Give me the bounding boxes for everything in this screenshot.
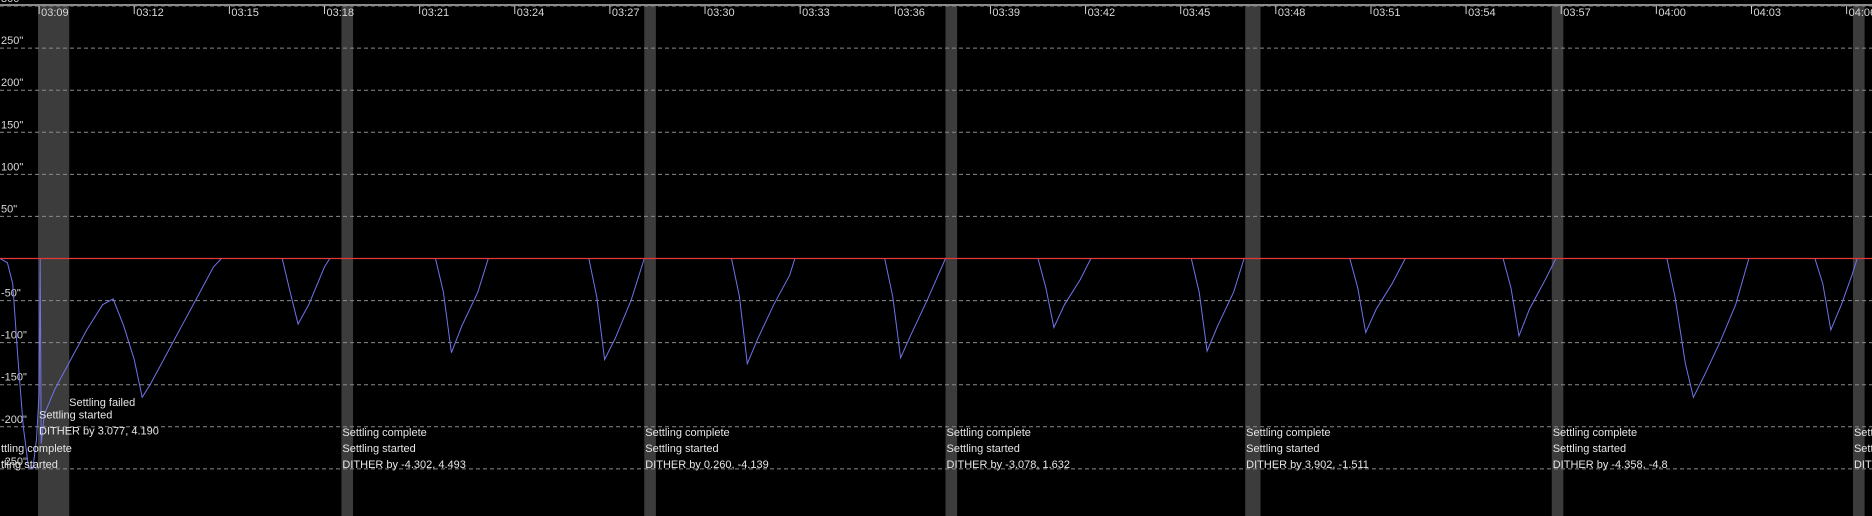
event-annotation-text: Settling started [1553, 443, 1626, 455]
x-tick-label: 03:36 [897, 7, 925, 19]
event-annotation-text: DITHER by -4.302, 4.493 [342, 459, 466, 471]
guide-graph: 300"250"200"150"100"50"-50"-100"-150"-20… [0, 0, 1872, 516]
event-annotation-text: Settling started [39, 409, 112, 421]
dither-band [38, 6, 70, 516]
x-tick-label: 03:24 [517, 7, 545, 19]
x-tick-label: 03:33 [802, 7, 830, 19]
x-tick-label: 03:18 [327, 7, 355, 19]
y-tick-label: 50" [1, 203, 17, 215]
x-tick-label: 03:57 [1563, 7, 1591, 19]
event-annotation-text: Settling complete [342, 427, 426, 439]
dither-band [945, 6, 958, 516]
y-tick-label: -150" [1, 372, 27, 384]
event-annotation-text: DITHER by -0. [1854, 459, 1872, 471]
x-tick-label: 03:48 [1278, 7, 1306, 19]
x-tick-label: 03:42 [1088, 7, 1116, 19]
dither-band [1551, 6, 1564, 516]
y-tick-label: 100" [1, 161, 23, 173]
y-tick-label: -100" [1, 330, 27, 342]
y-tick-label: 250" [1, 35, 23, 47]
dither-band [644, 6, 656, 516]
event-annotation-text: Settling star [1854, 443, 1872, 455]
y-tick-label: 300" [1, 0, 23, 5]
event-annotation-text: Settling started [947, 443, 1020, 455]
x-tick-label: 03:27 [612, 7, 640, 19]
x-tick-label: 04:00 [1658, 7, 1686, 19]
event-annotation-text: DITHER by -3.078, 1.632 [947, 459, 1071, 471]
y-tick-label: -50" [1, 288, 21, 300]
event-annotation-text: Settling complete [1553, 427, 1637, 439]
x-tick-label: 03:15 [231, 7, 259, 19]
event-annotation-text: tling started [1, 459, 58, 471]
event-annotation-text: Settling failed [69, 397, 135, 409]
event-annotation-text: Settling started [1246, 443, 1319, 455]
y-tick-label: 150" [1, 119, 23, 131]
dither-band [341, 6, 354, 516]
x-tick-label: 03:51 [1373, 7, 1401, 19]
event-annotation-text: DITHER by -4.358, -4.8 [1553, 459, 1668, 471]
x-tick-label: 03:39 [992, 7, 1020, 19]
x-tick-label: 03:45 [1183, 7, 1211, 19]
event-annotation-text: ttling complete [1, 443, 72, 455]
event-annotation-text: Settling complete [1246, 427, 1330, 439]
event-annotation-text: Settling started [645, 443, 718, 455]
event-annotation-text: Settling complete [947, 427, 1031, 439]
event-annotation-text: Settling com [1854, 427, 1872, 439]
event-annotation-text: Settling started [342, 443, 415, 455]
y-tick-label: 200" [1, 77, 23, 89]
x-tick-label: 04:03 [1753, 7, 1781, 19]
event-annotation-text: Settling complete [645, 427, 729, 439]
x-tick-label: 03:12 [136, 7, 164, 19]
x-tick-label: 03:09 [41, 7, 69, 19]
event-annotation-text: DITHER by 3.077, 4.190 [39, 425, 159, 437]
dither-band [1852, 6, 1865, 516]
dither-band [1245, 6, 1261, 516]
x-tick-label: 04:06 [1849, 7, 1872, 19]
event-annotation-text: DITHER by 0.260, -4.139 [645, 459, 769, 471]
event-annotation-text: DITHER by 3.902, -1.511 [1246, 459, 1369, 471]
x-tick-label: 03:21 [422, 7, 450, 19]
x-tick-label: 03:54 [1468, 7, 1496, 19]
x-tick-label: 03:30 [707, 7, 735, 19]
